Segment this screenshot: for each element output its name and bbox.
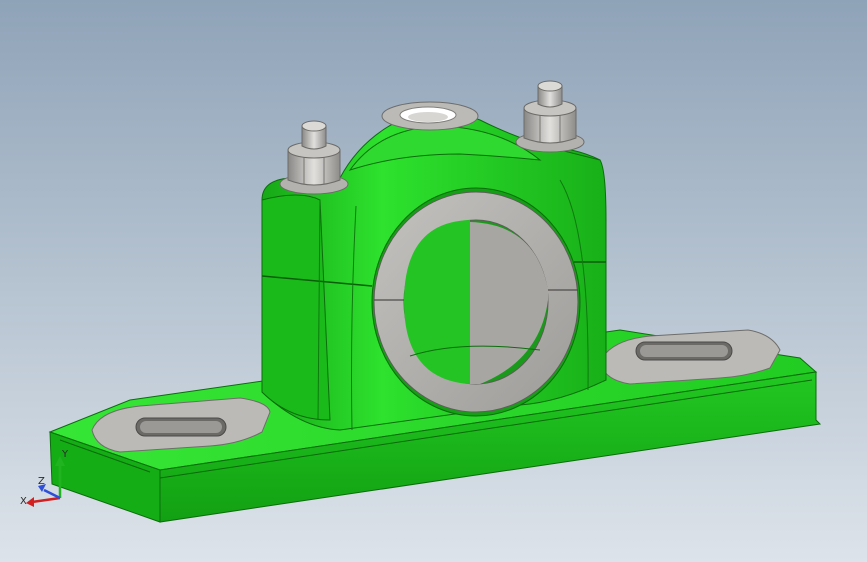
bearing-housing-model[interactable] [0, 0, 867, 562]
x-axis-label: X [20, 496, 27, 507]
graphics-viewport[interactable]: Y Z X [0, 0, 867, 562]
bearing-bushing [371, 187, 581, 417]
x-axis-arrow [31, 496, 61, 504]
y-axis-label: Y [61, 449, 69, 460]
right-cap-bolt [515, 80, 585, 153]
left-cap-bolt [279, 120, 349, 195]
z-axis-arrow [43, 488, 61, 500]
grease-port [381, 101, 479, 131]
z-axis-label: Z [38, 476, 45, 487]
coordinate-triad: Y Z X [20, 449, 69, 507]
